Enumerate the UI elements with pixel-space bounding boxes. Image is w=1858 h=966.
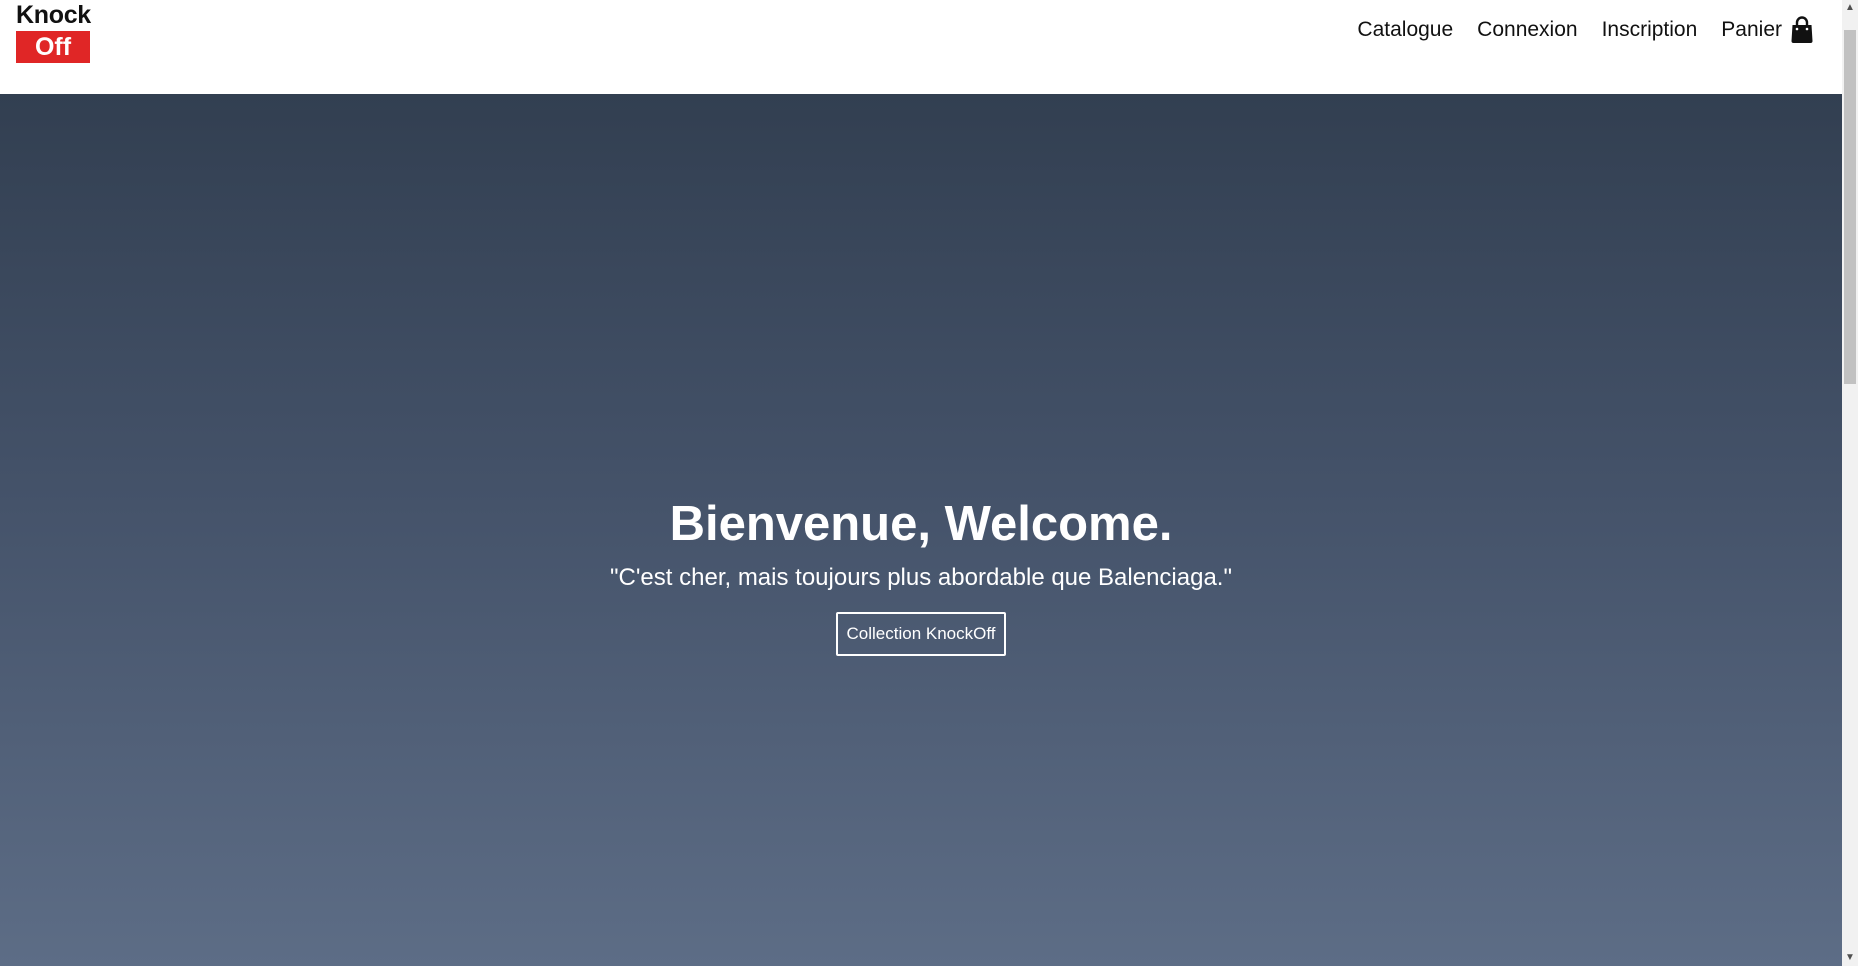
hero-section: Bienvenue, Welcome. "C'est cher, mais to… [0, 94, 1842, 966]
site-header: Knock Off Catalogue Connexion Inscriptio… [0, 0, 1842, 94]
scrollbar-thumb[interactable] [1844, 30, 1856, 384]
hero-content: Bienvenue, Welcome. "C'est cher, mais to… [0, 494, 1842, 656]
cart-link[interactable]: Panier [1721, 16, 1814, 44]
cart-label: Panier [1721, 18, 1782, 41]
chevron-down-icon[interactable]: ▼ [1842, 950, 1858, 966]
hero-title: Bienvenue, Welcome. [669, 497, 1173, 551]
logo-text-top: Knock [16, 1, 91, 29]
logo[interactable]: Knock Off [16, 1, 91, 63]
nav-link-connexion[interactable]: Connexion [1477, 18, 1577, 42]
nav-link-catalogue[interactable]: Catalogue [1357, 18, 1453, 42]
main-nav: Catalogue Connexion Inscription Panier [1333, 14, 1814, 46]
chevron-up-icon[interactable]: ▲ [1842, 0, 1858, 16]
vertical-scrollbar[interactable]: ▲ ▼ [1842, 0, 1858, 966]
logo-text-bottom: Off [16, 31, 90, 63]
page: Knock Off Catalogue Connexion Inscriptio… [0, 0, 1858, 966]
shopping-bag-icon [1790, 16, 1814, 44]
hero-quote: "C'est cher, mais toujours plus abordabl… [610, 564, 1232, 591]
collection-button[interactable]: Collection KnockOff [835, 612, 1007, 656]
nav-link-inscription[interactable]: Inscription [1602, 18, 1698, 42]
